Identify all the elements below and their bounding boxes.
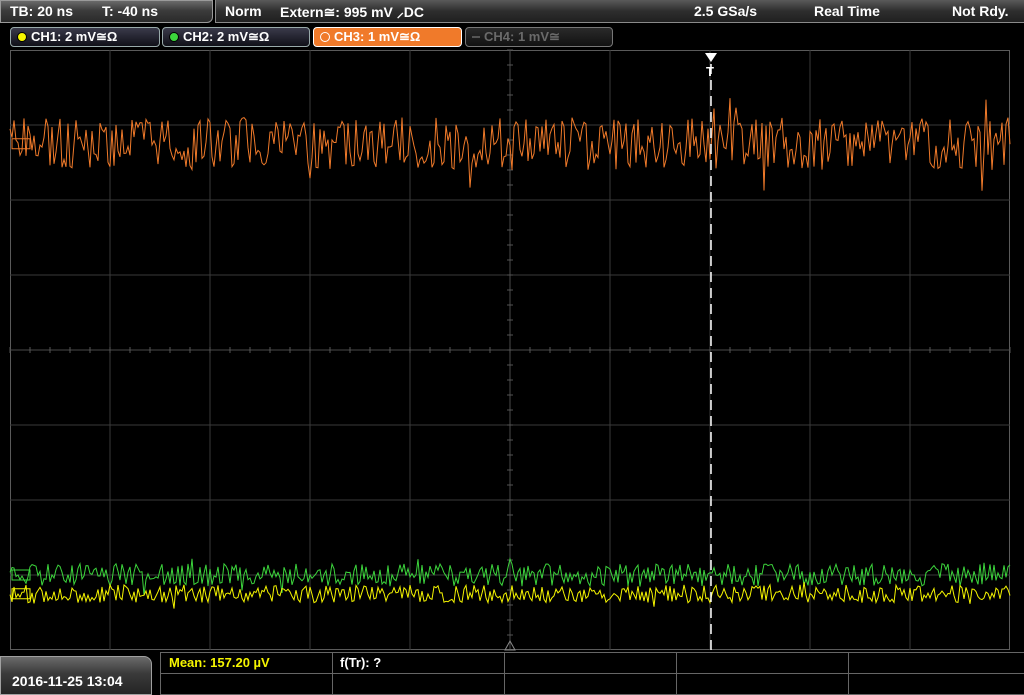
trigger-position-arrow-icon: [705, 53, 717, 62]
timestamp: 2016-11-25 13:04: [12, 673, 123, 689]
waveform-canvas: [9, 49, 1011, 651]
measurement-divider: [848, 652, 849, 695]
measurement-divider: [160, 652, 161, 695]
trigger-frequency-measurement[interactable]: f(Tr): ?: [340, 655, 381, 670]
mean-measurement[interactable]: Mean: 157.20 µV: [169, 655, 270, 670]
measurement-divider: [504, 652, 505, 695]
measurement-divider: [160, 652, 1024, 653]
markers: [504, 53, 717, 651]
trigger-marker-label[interactable]: T: [706, 64, 714, 79]
measurement-divider: [676, 652, 677, 695]
measurement-divider: [332, 652, 333, 695]
measurement-divider: [160, 673, 1024, 674]
